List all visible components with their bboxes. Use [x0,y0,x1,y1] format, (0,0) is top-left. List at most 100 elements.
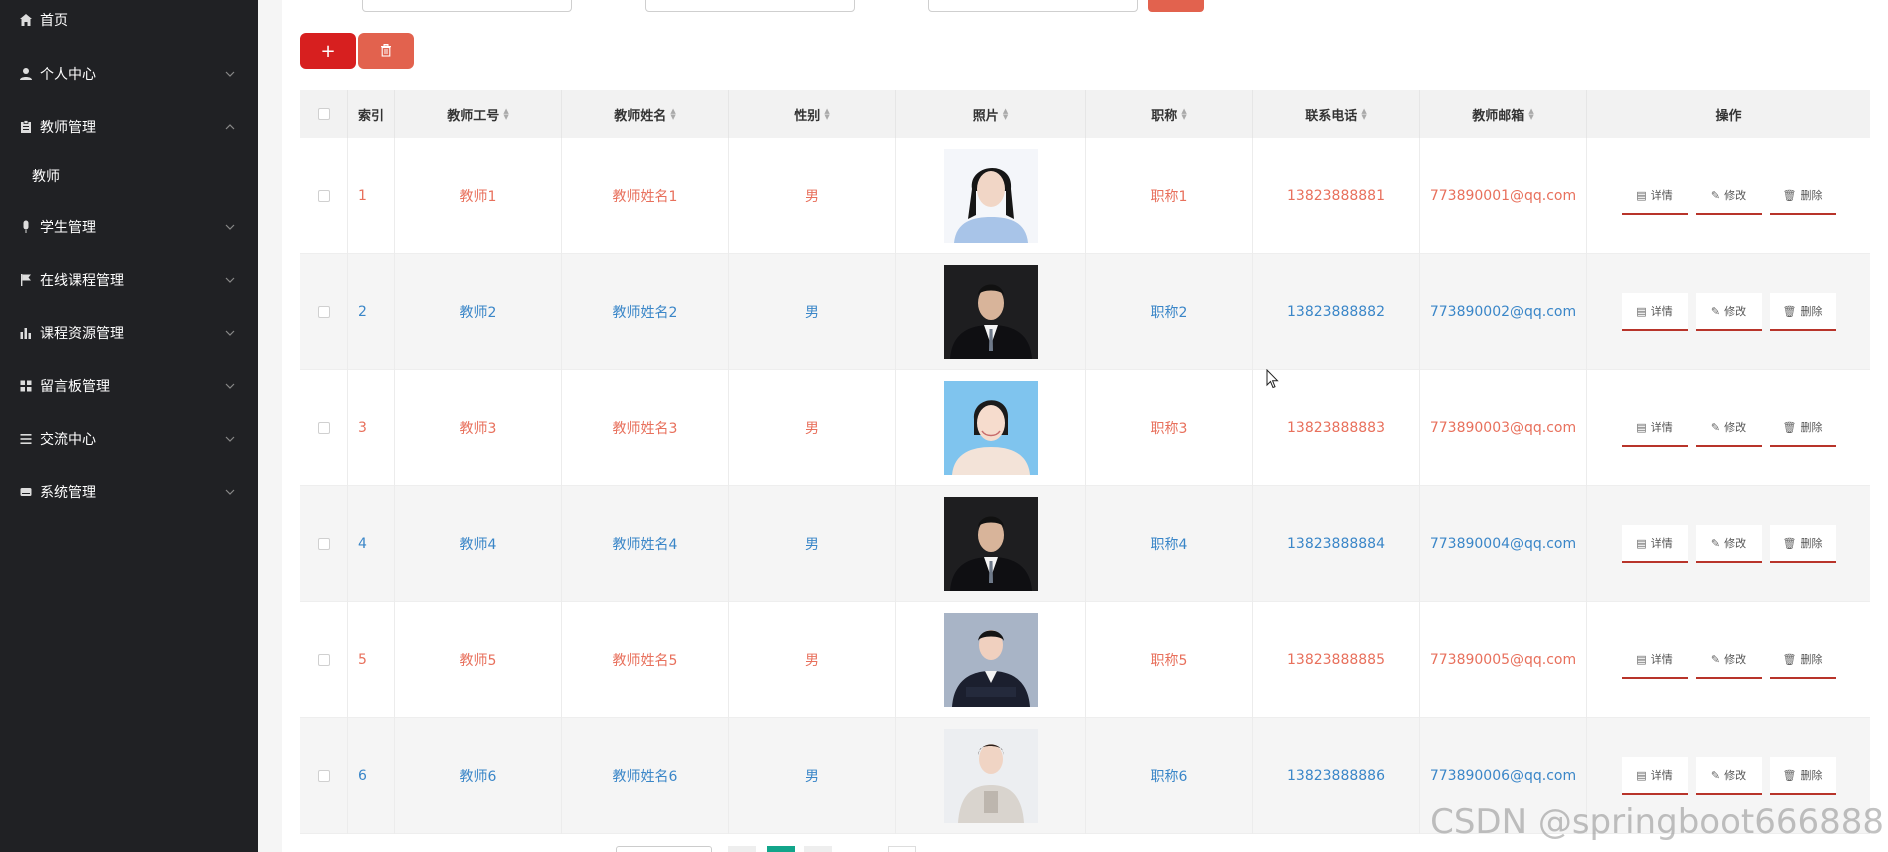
detail-button[interactable]: ▤ 详情 [1621,177,1688,215]
chevron-down-icon [224,274,236,286]
pager-page-active[interactable] [767,846,795,852]
chevron-down-icon [224,433,236,445]
edit-icon: ✎ [1710,768,1721,782]
detail-button[interactable]: ▤ 详情 [1621,641,1688,679]
sort-icon[interactable]: ▲ ▼ [824,108,829,121]
detail-label: 详情 [1650,653,1673,666]
sidebar-item-message-board-management[interactable]: 留言板管理 [0,366,258,406]
sidebar-item-personal-center[interactable]: 个人中心 [0,54,258,94]
header-phone[interactable]: 联系电话 ▲ ▼ [1253,90,1420,138]
header-teacher-no[interactable]: 教师工号 ▲ ▼ [395,90,562,138]
edit-icon: ✎ [1710,536,1721,550]
sort-icon[interactable]: ▲ ▼ [503,108,508,121]
row-checkbox[interactable] [317,538,330,550]
pager-prev-button[interactable] [728,846,756,852]
delete-label: 删除 [1800,537,1823,550]
search-button[interactable] [1148,0,1204,12]
header-email[interactable]: 教师邮箱 ▲ ▼ [1420,90,1587,138]
edit-label: 修改 [1724,769,1747,782]
table-header: 索引 教师工号 ▲ ▼ 教师姓名 ▲ ▼ 性别 ▲ ▼ 照片 ▲ ▼ 职称 ▲ ▼ [300,90,1870,138]
search-input-teacher-name[interactable] [645,0,855,12]
sort-icon[interactable]: ▲ ▼ [1181,108,1186,121]
detail-label: 详情 [1650,769,1673,782]
delete-button[interactable]: 🗑 删除 [1769,641,1836,679]
table-row: 3 教师3 教师姓名3 男 职称3 13823888883 773890003@… [300,370,1870,486]
row-checkbox[interactable] [317,190,330,202]
watermark-text: CSDN @springboot666888 [1430,802,1884,842]
edit-button[interactable]: ✎ 修改 [1695,177,1762,215]
edit-icon: ✎ [1710,652,1721,666]
cell-title: 职称3 [1086,370,1253,486]
delete-button[interactable]: 🗑 删除 [1769,525,1836,563]
edit-button[interactable]: ✎ 修改 [1695,641,1762,679]
trash-icon: 🗑 [1782,188,1797,202]
delete-button[interactable]: 🗑 删除 [1769,293,1836,331]
cell-gender: 男 [729,486,896,602]
sort-icon[interactable]: ▲ ▼ [670,108,675,121]
sidebar-item-teacher[interactable]: 教师 [0,156,258,196]
row-checkbox[interactable] [317,422,330,434]
detail-button[interactable]: ▤ 详情 [1621,293,1688,331]
sort-icon[interactable]: ▲ ▼ [1528,108,1533,121]
edit-button[interactable]: ✎ 修改 [1695,757,1762,795]
sort-icon[interactable]: ▲ ▼ [1003,108,1008,121]
edit-button[interactable]: ✎ 修改 [1695,293,1762,331]
cell-email: 773890005@qq.com [1420,602,1587,718]
header-title[interactable]: 职称 ▲ ▼ [1086,90,1253,138]
search-input-title[interactable] [928,0,1138,12]
page-size-select[interactable] [616,846,712,852]
row-checkbox[interactable] [317,654,330,666]
sort-icon[interactable]: ▲ ▼ [1361,108,1366,121]
chevron-up-icon [224,121,236,133]
cell-index: 5 [348,602,395,718]
delete-label: 删除 [1800,653,1823,666]
cell-teacher-no: 教师2 [395,254,562,370]
header-teacher-name[interactable]: 教师姓名 ▲ ▼ [562,90,729,138]
delete-button[interactable]: 🗑 删除 [1769,757,1836,795]
header-photo[interactable]: 照片 ▲ ▼ [896,90,1086,138]
edit-icon: ✎ [1710,304,1721,318]
cell-teacher-name: 教师姓名4 [562,486,729,602]
trash-icon: 🗑 [1782,536,1797,550]
delete-label: 删除 [1800,189,1823,202]
add-button[interactable]: + [300,33,356,69]
sidebar-item-teacher-management[interactable]: 教师管理 [0,107,258,147]
home-icon [18,12,34,28]
sidebar-item-student-management[interactable]: 学生管理 [0,207,258,247]
sidebar: 首页 个人中心 教师管理 教师 学生管理 在线课程管理 课程资源管理 留言板管理… [0,0,258,852]
cell-email: 773890004@qq.com [1420,486,1587,602]
batch-delete-button[interactable] [358,33,414,69]
select-all-checkbox[interactable] [317,108,330,120]
cell-index: 2 [348,254,395,370]
header-index: 索引 [348,90,395,138]
sidebar-item-label: 教师 [32,169,60,185]
detail-button[interactable]: ▤ 详情 [1621,525,1688,563]
pager-jump-input[interactable] [888,846,916,852]
edit-button[interactable]: ✎ 修改 [1695,525,1762,563]
sidebar-item-label: 留言板管理 [40,379,110,395]
cell-phone: 13823888881 [1253,138,1420,254]
row-checkbox[interactable] [317,306,330,318]
row-checkbox[interactable] [317,770,330,782]
detail-button[interactable]: ▤ 详情 [1621,409,1688,447]
cell-phone: 13823888882 [1253,254,1420,370]
detail-button[interactable]: ▤ 详情 [1621,757,1688,795]
sidebar-item-course-resource-management[interactable]: 课程资源管理 [0,313,258,353]
row-select-cell [300,370,348,486]
sidebar-item-system-management[interactable]: 系统管理 [0,472,258,512]
edit-label: 修改 [1724,305,1747,318]
sidebar-item-exchange-center[interactable]: 交流中心 [0,419,258,459]
header-gender[interactable]: 性别 ▲ ▼ [729,90,896,138]
cell-title: 职称1 [1086,138,1253,254]
chevron-down-icon [224,486,236,498]
edit-button[interactable]: ✎ 修改 [1695,409,1762,447]
search-input-teacher-no[interactable] [362,0,572,12]
sidebar-item-online-course-management[interactable]: 在线课程管理 [0,260,258,300]
delete-button[interactable]: 🗑 删除 [1769,177,1836,215]
delete-button[interactable]: 🗑 删除 [1769,409,1836,447]
cell-ops: ▤ 详情 ✎ 修改 🗑 删除 [1587,370,1870,486]
flag-icon [18,272,34,288]
sidebar-item-home[interactable]: 首页 [0,0,258,40]
header-label: 照片 [972,108,999,124]
pager-next-page[interactable] [804,846,832,852]
